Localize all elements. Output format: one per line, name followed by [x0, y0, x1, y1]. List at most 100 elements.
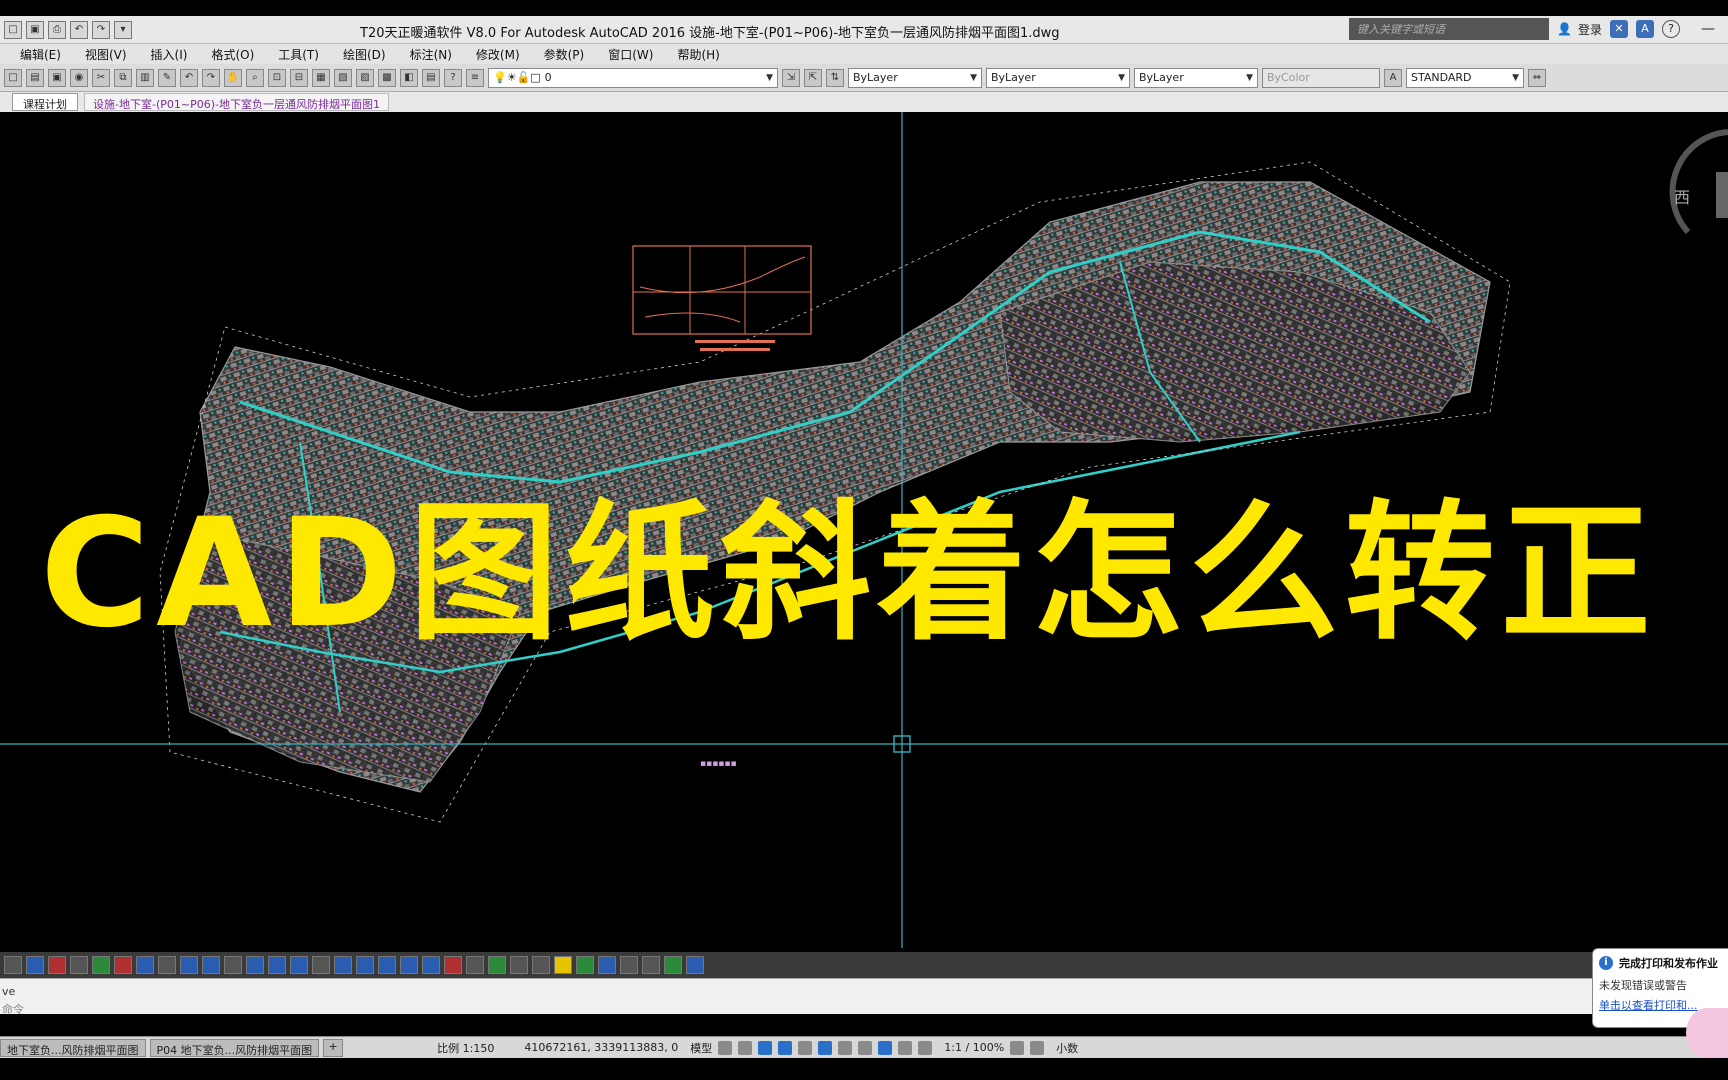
units-display[interactable]: 小数: [1056, 1040, 1078, 1056]
tool-icon[interactable]: [26, 956, 44, 974]
color-dropdown[interactable]: ByLayer ▼: [848, 67, 982, 88]
qnew-icon[interactable]: □: [4, 68, 22, 87]
zoom-realtime-icon[interactable]: ⌕: [246, 68, 264, 87]
tool-palettes-icon[interactable]: ▨: [356, 68, 374, 87]
tool-icon[interactable]: [70, 956, 88, 974]
annotation-scale[interactable]: 1:1 / 100%: [944, 1041, 1004, 1054]
polar-icon[interactable]: [778, 1040, 793, 1055]
autodesk-icon[interactable]: A: [1636, 20, 1654, 38]
lineweight-dropdown[interactable]: ByLayer ▼: [1134, 67, 1258, 88]
tool-icon[interactable]: [224, 956, 242, 974]
save-icon[interactable]: ▣: [26, 20, 44, 39]
command-prompt[interactable]: 命令: [2, 1001, 24, 1017]
tool-icon[interactable]: [356, 956, 374, 974]
open-icon[interactable]: ▤: [26, 68, 44, 87]
layer-previous-icon[interactable]: ⇱: [804, 68, 822, 87]
tool-icon[interactable]: [620, 956, 638, 974]
viewcube-west-label[interactable]: 西: [1674, 184, 1690, 208]
tool-icon[interactable]: [136, 956, 154, 974]
tool-icon[interactable]: [598, 956, 616, 974]
tool-icon[interactable]: [114, 956, 132, 974]
snap-icon[interactable]: [738, 1040, 753, 1055]
layout-tab-2[interactable]: P04 地下室负...风防排烟平面图: [149, 1038, 320, 1057]
ortho-icon[interactable]: [758, 1040, 773, 1055]
isodraft-icon[interactable]: [798, 1040, 813, 1055]
tool-icon[interactable]: [92, 956, 110, 974]
copy-icon[interactable]: ⧉: [114, 68, 132, 87]
model-space-button[interactable]: 模型: [690, 1040, 712, 1056]
plotstyle-dropdown[interactable]: ByColor: [1262, 67, 1380, 88]
3d-osnap-icon[interactable]: [898, 1040, 913, 1055]
login-button[interactable]: 👤 登录: [1557, 21, 1602, 38]
menu-draw[interactable]: 绘图(D): [343, 46, 386, 63]
lineweight-icon[interactable]: [838, 1040, 853, 1055]
linetype-dropdown[interactable]: ByLayer ▼: [986, 67, 1130, 88]
menu-edit[interactable]: 编辑(E): [20, 46, 61, 63]
tool-icon[interactable]: [488, 956, 506, 974]
menu-modify[interactable]: 修改(M): [476, 46, 520, 63]
match-properties-icon[interactable]: ✎: [158, 68, 176, 87]
tool-icon[interactable]: [444, 956, 462, 974]
markup-icon[interactable]: ◧: [400, 68, 418, 87]
paste-icon[interactable]: ▥: [136, 68, 154, 87]
save-icon[interactable]: ▣: [48, 68, 66, 87]
cut-icon[interactable]: ✂: [92, 68, 110, 87]
menu-insert[interactable]: 插入(I): [151, 46, 188, 63]
layout-tab-1[interactable]: 地下室负...风防排烟平面图: [0, 1038, 146, 1057]
tool-icon[interactable]: [422, 956, 440, 974]
menu-tools[interactable]: 工具(T): [278, 46, 319, 63]
publish-icon[interactable]: ◉: [70, 68, 88, 87]
layer-manager-icon[interactable]: ≡: [466, 68, 484, 87]
tool-icon[interactable]: [180, 956, 198, 974]
tool-icon[interactable]: [576, 956, 594, 974]
tool-icon[interactable]: [466, 956, 484, 974]
tool-icon[interactable]: [554, 956, 572, 974]
menu-parameter[interactable]: 参数(P): [544, 46, 585, 63]
text-style-dropdown[interactable]: STANDARD ▼: [1406, 67, 1524, 88]
selection-cycling-icon[interactable]: [878, 1040, 893, 1055]
tool-icon[interactable]: [334, 956, 352, 974]
transparency-icon[interactable]: [858, 1040, 873, 1055]
print-icon[interactable]: ⎙: [48, 20, 66, 39]
tool-icon[interactable]: [158, 956, 176, 974]
tool-icon[interactable]: [686, 956, 704, 974]
gear-icon[interactable]: [1010, 1040, 1025, 1055]
calculator-icon[interactable]: ▤: [422, 68, 440, 87]
tool-icon[interactable]: [48, 956, 66, 974]
zoom-window-icon[interactable]: ⊡: [268, 68, 286, 87]
tool-icon[interactable]: [290, 956, 308, 974]
tool-icon[interactable]: [400, 956, 418, 974]
sheet-set-icon[interactable]: ▩: [378, 68, 396, 87]
text-style-icon[interactable]: A: [1384, 68, 1402, 87]
undo-icon[interactable]: ↶: [70, 20, 88, 39]
layer-state-icon[interactable]: ⇅: [826, 68, 844, 87]
design-center-icon[interactable]: ▧: [334, 68, 352, 87]
grid-icon[interactable]: [718, 1040, 733, 1055]
command-line[interactable]: ve 命令: [0, 978, 1728, 1017]
tab-course-plan[interactable]: 课程计划: [12, 93, 78, 111]
plus-icon[interactable]: [1030, 1040, 1045, 1055]
tool-icon[interactable]: [268, 956, 286, 974]
exchange-icon[interactable]: ✕: [1610, 20, 1628, 38]
undo-icon[interactable]: ↶: [180, 68, 198, 87]
redo-icon[interactable]: ↷: [202, 68, 220, 87]
tool-icon[interactable]: [378, 956, 396, 974]
minimize-button[interactable]: —: [1688, 18, 1728, 40]
tool-icon[interactable]: [312, 956, 330, 974]
search-input[interactable]: 键入关键字或短语: [1349, 18, 1550, 40]
redo-icon[interactable]: ↷: [92, 20, 110, 39]
dim-style-icon[interactable]: ⇔: [1528, 68, 1546, 87]
add-layout-button[interactable]: +: [323, 1038, 344, 1057]
dropdown-icon[interactable]: ▾: [114, 20, 132, 39]
layer-dropdown[interactable]: 💡☀🔓□ 0 ▼: [488, 67, 778, 88]
tool-icon[interactable]: [532, 956, 550, 974]
help-icon[interactable]: ?: [444, 68, 462, 87]
tool-icon[interactable]: [4, 956, 22, 974]
menu-view[interactable]: 视图(V): [85, 46, 127, 63]
menu-help[interactable]: 帮助(H): [677, 46, 719, 63]
help-icon[interactable]: ?: [1662, 20, 1680, 38]
zoom-previous-icon[interactable]: ⊟: [290, 68, 308, 87]
menu-format[interactable]: 格式(O): [211, 46, 254, 63]
menu-window[interactable]: 窗口(W): [608, 46, 653, 63]
new-file-icon[interactable]: □: [4, 20, 22, 39]
